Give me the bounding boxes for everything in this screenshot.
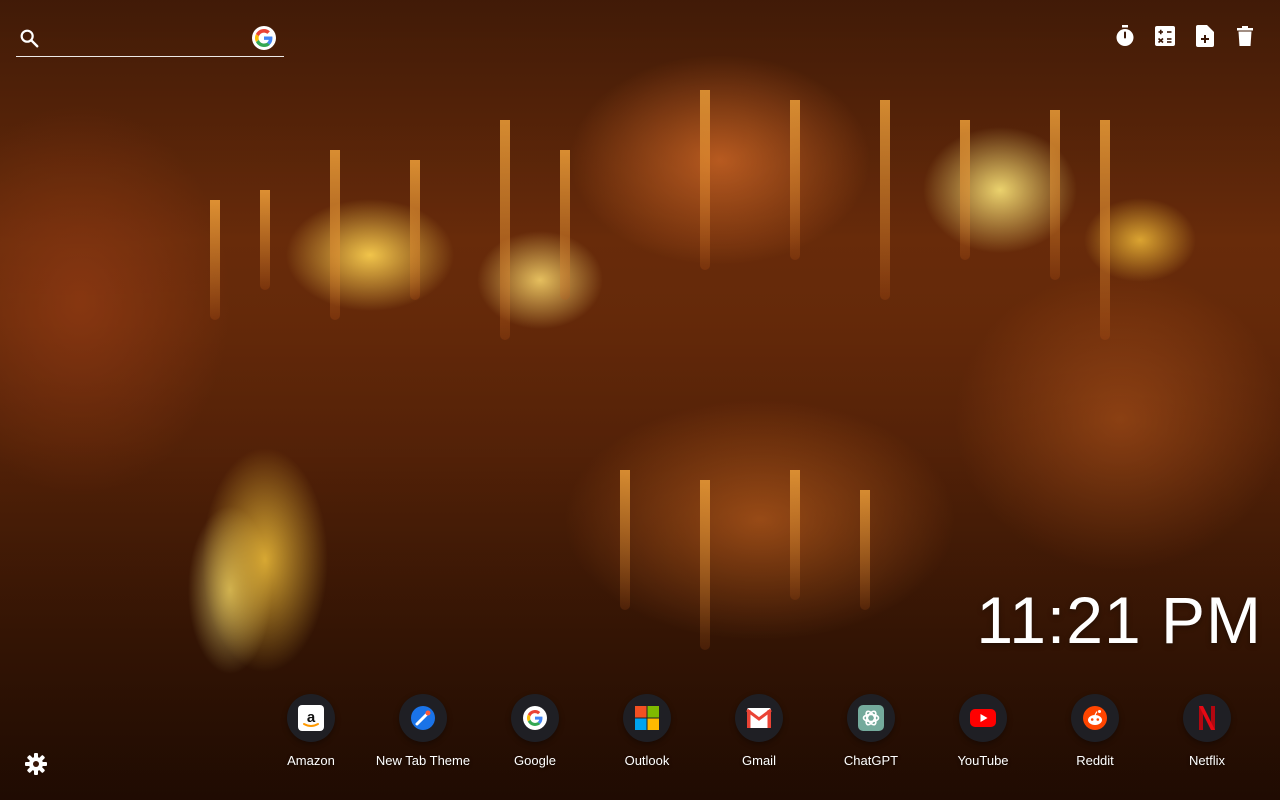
youtube-icon	[959, 694, 1007, 742]
calculator-icon[interactable]	[1154, 24, 1176, 48]
google-g-icon[interactable]	[252, 26, 276, 50]
toolbar	[1114, 24, 1256, 48]
shortcuts-dock: a Amazon New Tab Theme Google Outlook Gm	[255, 694, 1265, 774]
shortcut-new-tab-theme[interactable]: New Tab Theme	[367, 694, 479, 768]
gear-icon[interactable]	[24, 752, 48, 776]
google-icon	[511, 694, 559, 742]
shortcut-gmail[interactable]: Gmail	[703, 694, 815, 768]
shortcut-label: ChatGPT	[843, 753, 899, 768]
shortcut-google[interactable]: Google	[479, 694, 591, 768]
clock: 11:21 PM	[976, 583, 1262, 657]
new-note-icon[interactable]	[1194, 24, 1216, 48]
reddit-icon	[1071, 694, 1119, 742]
timer-icon[interactable]	[1114, 24, 1136, 48]
shortcut-label: YouTube	[957, 753, 1009, 768]
new-tab-theme-icon	[399, 694, 447, 742]
chatgpt-icon	[847, 694, 895, 742]
shortcut-label: Google	[514, 753, 556, 768]
amazon-icon: a	[287, 694, 335, 742]
shortcut-label: Reddit	[1076, 753, 1114, 768]
search-bar	[16, 22, 284, 57]
shortcut-label: New Tab Theme	[375, 753, 471, 768]
search-input[interactable]	[50, 26, 250, 52]
shortcut-youtube[interactable]: YouTube	[927, 694, 1039, 768]
microsoft-icon	[623, 694, 671, 742]
shortcut-label: Outlook	[624, 753, 670, 768]
netflix-icon	[1183, 694, 1231, 742]
shortcut-label: Gmail	[742, 753, 776, 768]
shortcut-netflix[interactable]: Netflix	[1151, 694, 1263, 768]
svg-text:a: a	[307, 709, 316, 726]
wallpaper-background	[0, 0, 1280, 800]
shortcut-outlook[interactable]: Outlook	[591, 694, 703, 768]
shortcut-label: Amazon	[287, 753, 335, 768]
gmail-icon	[735, 694, 783, 742]
shortcut-amazon[interactable]: a Amazon	[255, 694, 367, 768]
trash-icon[interactable]	[1234, 24, 1256, 48]
shortcut-reddit[interactable]: Reddit	[1039, 694, 1151, 768]
shortcut-label: Netflix	[1188, 753, 1226, 768]
shortcut-chatgpt[interactable]: ChatGPT	[815, 694, 927, 768]
search-icon[interactable]	[18, 27, 40, 49]
